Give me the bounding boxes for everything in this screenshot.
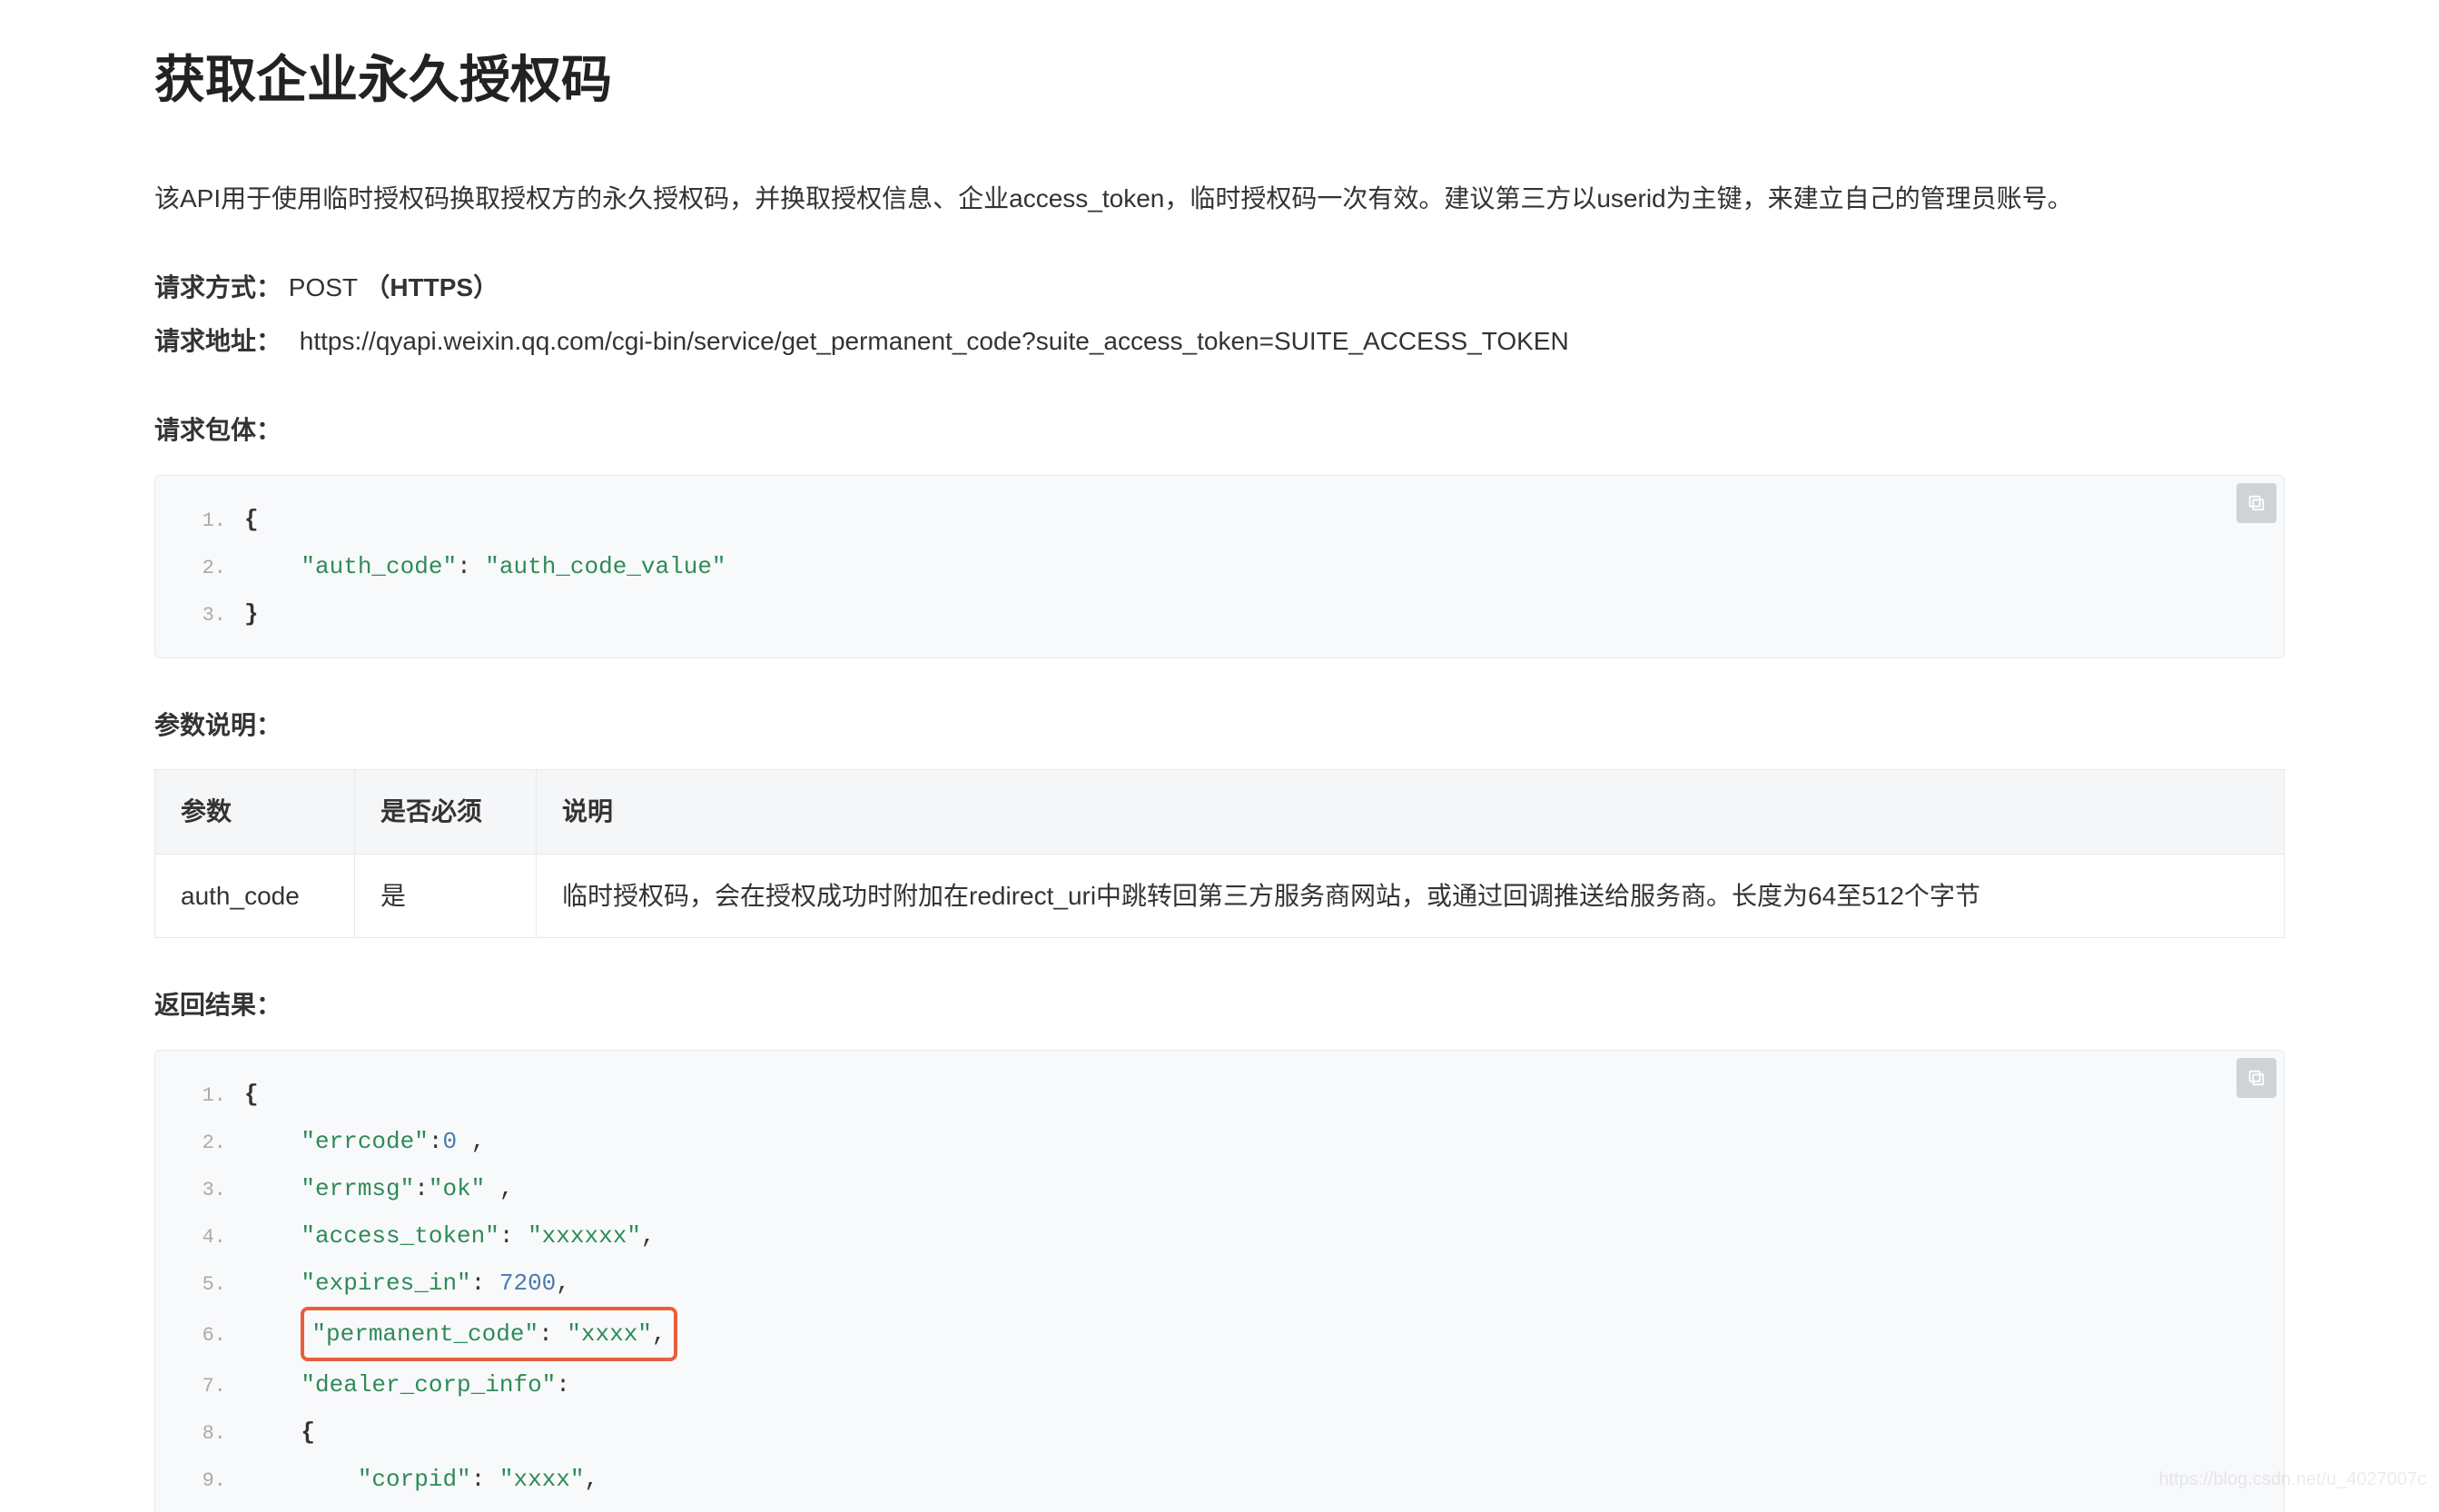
- result-title: 返回结果：: [154, 983, 2285, 1027]
- result-code: 1.{2. "errcode":0 ,3. "errmsg":"ok" ,4. …: [154, 1050, 2285, 1512]
- code-text: "permanent_code": "xxxx",: [244, 1307, 677, 1361]
- code-line: 8. {: [181, 1408, 2258, 1456]
- code-text: "access_token": "xxxxxx",: [244, 1212, 656, 1260]
- line-number: 3.: [181, 1171, 244, 1211]
- description-text: 该API用于使用临时授权码换取授权方的永久授权码，并换取授权信息、企业acces…: [154, 177, 2285, 221]
- code-text: "dealer_corp_info":: [244, 1361, 570, 1408]
- code-text: {: [244, 1071, 259, 1118]
- table-header: 说明: [537, 770, 2285, 855]
- line-number: 2.: [181, 548, 244, 588]
- table-cell: 临时授权码，会在授权成功时附加在redirect_uri中跳转回第三方服务商网站…: [537, 854, 2285, 938]
- code-line: 1.{: [181, 1071, 2258, 1118]
- line-number: 8.: [181, 1414, 244, 1454]
- line-number: 7.: [181, 1367, 244, 1407]
- params-title: 参数说明：: [154, 704, 2285, 747]
- code-line: 3. "errmsg":"ok" ,: [181, 1165, 2258, 1212]
- code-text: "errmsg":"ok" ,: [244, 1165, 514, 1212]
- code-line: 6. "permanent_code": "xxxx",: [181, 1307, 2258, 1361]
- line-number: 1.: [181, 501, 244, 541]
- request-protocol: （HTTPS）: [364, 273, 499, 301]
- request-method-label: 请求方式：: [154, 273, 281, 301]
- code-text: {: [244, 496, 259, 543]
- code-line: 5. "expires_in": 7200,: [181, 1260, 2258, 1307]
- code-line: 2. "errcode":0 ,: [181, 1118, 2258, 1165]
- request-body-code: 1.{2. "auth_code": "auth_code_value"3.}: [154, 475, 2285, 658]
- table-header: 是否必须: [355, 770, 537, 855]
- request-body-title: 请求包体：: [154, 409, 2285, 452]
- request-url-label: 请求地址：: [154, 327, 281, 355]
- code-line: 7. "dealer_corp_info":: [181, 1361, 2258, 1408]
- code-line: 4. "access_token": "xxxxxx",: [181, 1212, 2258, 1260]
- code-text: "errcode":0 ,: [244, 1118, 485, 1165]
- page-title: 获取企业永久授权码: [154, 36, 2285, 123]
- code-line: 3.}: [181, 590, 2258, 637]
- code-text: }: [244, 590, 259, 637]
- code-text: "expires_in": 7200,: [244, 1260, 570, 1307]
- table-cell: 是: [355, 854, 537, 938]
- code-text: {: [244, 1408, 315, 1456]
- request-url-value: https://qyapi.weixin.qq.com/cgi-bin/serv…: [300, 327, 1569, 355]
- request-method-value: POST: [289, 273, 358, 301]
- line-number: 4.: [181, 1218, 244, 1258]
- table-header: 参数: [155, 770, 355, 855]
- copy-icon[interactable]: [2237, 483, 2276, 523]
- line-number: 9.: [181, 1461, 244, 1501]
- line-number: 3.: [181, 596, 244, 636]
- copy-icon[interactable]: [2237, 1058, 2276, 1098]
- line-number: 6.: [181, 1316, 244, 1356]
- line-number: 2.: [181, 1123, 244, 1163]
- params-table: 参数 是否必须 说明 auth_code 是 临时授权码，会在授权成功时附加在r…: [154, 769, 2285, 938]
- table-row: auth_code 是 临时授权码，会在授权成功时附加在redirect_uri…: [155, 854, 2285, 938]
- request-method-line: 请求方式： POST （HTTPS）: [154, 266, 2285, 310]
- code-line: 2. "auth_code": "auth_code_value": [181, 543, 2258, 590]
- code-line: 1.{: [181, 496, 2258, 543]
- line-number: 5.: [181, 1265, 244, 1305]
- code-text: "corpid": "xxxx",: [244, 1456, 598, 1503]
- line-number: 1.: [181, 1076, 244, 1116]
- request-url-line: 请求地址： https://qyapi.weixin.qq.com/cgi-bi…: [154, 320, 2285, 363]
- table-cell: auth_code: [155, 854, 355, 938]
- code-line: 9. "corpid": "xxxx",: [181, 1456, 2258, 1503]
- code-text: "auth_code": "auth_code_value": [244, 543, 726, 590]
